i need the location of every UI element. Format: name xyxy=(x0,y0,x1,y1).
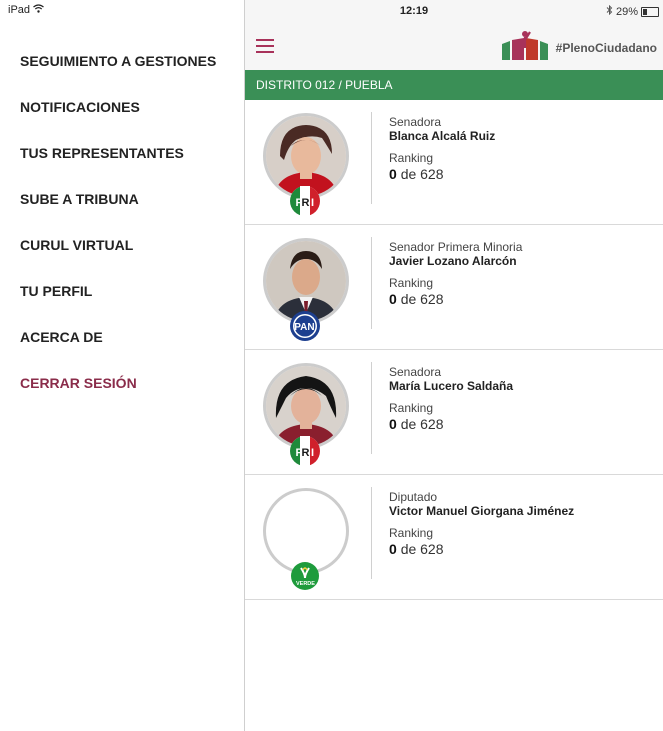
ranking-value: 0 de 628 xyxy=(389,165,495,183)
app-panel: 12:19 29% #PlenoCiudadano DISTRITO 012 /… xyxy=(245,0,663,731)
svg-text:I: I xyxy=(311,447,314,459)
card-info: Diputado Victor Manuel Giorgana Jiménez … xyxy=(389,490,574,558)
menu-item-tribuna[interactable]: SUBE A TRIBUNA xyxy=(20,182,216,228)
ranking-label: Ranking xyxy=(389,276,434,290)
status-right: 29% xyxy=(606,4,659,18)
hamburger-menu-icon[interactable] xyxy=(256,39,274,53)
logout-button[interactable]: CERRAR SESIÓN xyxy=(20,366,216,412)
card-separator xyxy=(371,112,372,204)
avatar: VERDE xyxy=(263,488,349,590)
avatar: PAN xyxy=(263,238,349,341)
card-info: Senador Primera Minoria Javier Lozano Al… xyxy=(389,240,522,308)
menu-list: SEGUIMIENTO A GESTIONES NOTIFICACIONES T… xyxy=(20,44,216,412)
rep-role: Diputado xyxy=(389,490,438,504)
pan-badge: PAN xyxy=(289,310,321,342)
representative-card[interactable]: P R I Senadora Blanca Alcalá Ruiz Rankin… xyxy=(245,100,663,225)
app-header: #PlenoCiudadano xyxy=(245,24,663,70)
representative-card[interactable]: PAN Senador Primera Minoria Javier Lozan… xyxy=(245,225,663,350)
pri-badge: P R I xyxy=(289,435,321,467)
card-separator xyxy=(371,237,372,329)
brand-hashtag: #PlenoCiudadano xyxy=(555,40,657,55)
representative-card[interactable]: P R I Senadora María Lucero Saldaña Rank… xyxy=(245,350,663,475)
ranking-value: 0 de 628 xyxy=(389,290,522,308)
battery-icon xyxy=(641,6,659,17)
device-status: iPad xyxy=(8,4,44,16)
ranking-label: Ranking xyxy=(389,526,434,540)
menu-item-acerca[interactable]: ACERCA DE xyxy=(20,320,216,366)
card-separator xyxy=(371,487,372,579)
card-separator xyxy=(371,362,372,454)
rank-total: de 628 xyxy=(400,166,444,182)
svg-text:R: R xyxy=(302,197,310,209)
bluetooth-icon xyxy=(606,4,613,18)
device-name: iPad xyxy=(8,4,31,16)
svg-text:R: R xyxy=(302,447,310,459)
card-info: Senadora María Lucero Saldaña Ranking 0 … xyxy=(389,365,513,433)
rank-number: 0 xyxy=(389,541,397,557)
menu-item-curul[interactable]: CURUL VIRTUAL xyxy=(20,228,216,274)
rep-role: Senador Primera Minoria xyxy=(389,240,523,254)
brand: #PlenoCiudadano xyxy=(500,28,657,67)
svg-text:I: I xyxy=(311,197,314,209)
avatar: P R I xyxy=(263,113,349,216)
rep-name: Blanca Alcalá Ruiz xyxy=(389,129,496,143)
status-time: 12:19 xyxy=(399,5,429,17)
side-menu: iPad SEGUIMIENTO A GESTIONES NOTIFICACIO… xyxy=(0,0,245,731)
avatar: P R I xyxy=(263,363,349,466)
verde-badge: VERDE xyxy=(289,560,321,592)
pri-badge: P R I xyxy=(289,185,321,217)
battery-percent: 29% xyxy=(615,5,638,18)
svg-text:PAN: PAN xyxy=(294,322,314,333)
menu-item-seguimiento[interactable]: SEGUIMIENTO A GESTIONES xyxy=(20,44,216,90)
menu-item-perfil[interactable]: TU PERFIL xyxy=(20,274,216,320)
pleno-ciudadano-logo xyxy=(500,28,550,67)
menu-item-representantes[interactable]: TUS REPRESENTANTES xyxy=(20,136,216,182)
rank-total: de 628 xyxy=(400,541,444,557)
ranking-value: 0 de 628 xyxy=(389,540,574,558)
rep-name: María Lucero Saldaña xyxy=(389,379,514,393)
rank-total: de 628 xyxy=(400,291,444,307)
svg-text:VERDE: VERDE xyxy=(296,581,315,587)
representative-card[interactable]: VERDE Diputado Victor Manuel Giorgana Ji… xyxy=(245,475,663,600)
rep-role: Senadora xyxy=(389,115,442,129)
rank-total: de 628 xyxy=(400,416,444,432)
ranking-value: 0 de 628 xyxy=(389,415,513,433)
district-bar: DISTRITO 012 / PUEBLA xyxy=(245,70,663,100)
rep-role: Senadora xyxy=(389,365,442,379)
menu-item-notificaciones[interactable]: NOTIFICACIONES xyxy=(20,90,216,136)
ranking-label: Ranking xyxy=(389,151,434,165)
rep-name: Victor Manuel Giorgana Jiménez xyxy=(389,504,575,518)
ranking-label: Ranking xyxy=(389,401,434,415)
status-bar: 12:19 29% xyxy=(245,0,663,24)
rank-number: 0 xyxy=(389,166,397,182)
rank-number: 0 xyxy=(389,291,397,307)
card-info: Senadora Blanca Alcalá Ruiz Ranking 0 de… xyxy=(389,115,495,183)
rep-name: Javier Lozano Alarcón xyxy=(389,254,517,268)
wifi-icon xyxy=(33,4,44,16)
rank-number: 0 xyxy=(389,416,397,432)
